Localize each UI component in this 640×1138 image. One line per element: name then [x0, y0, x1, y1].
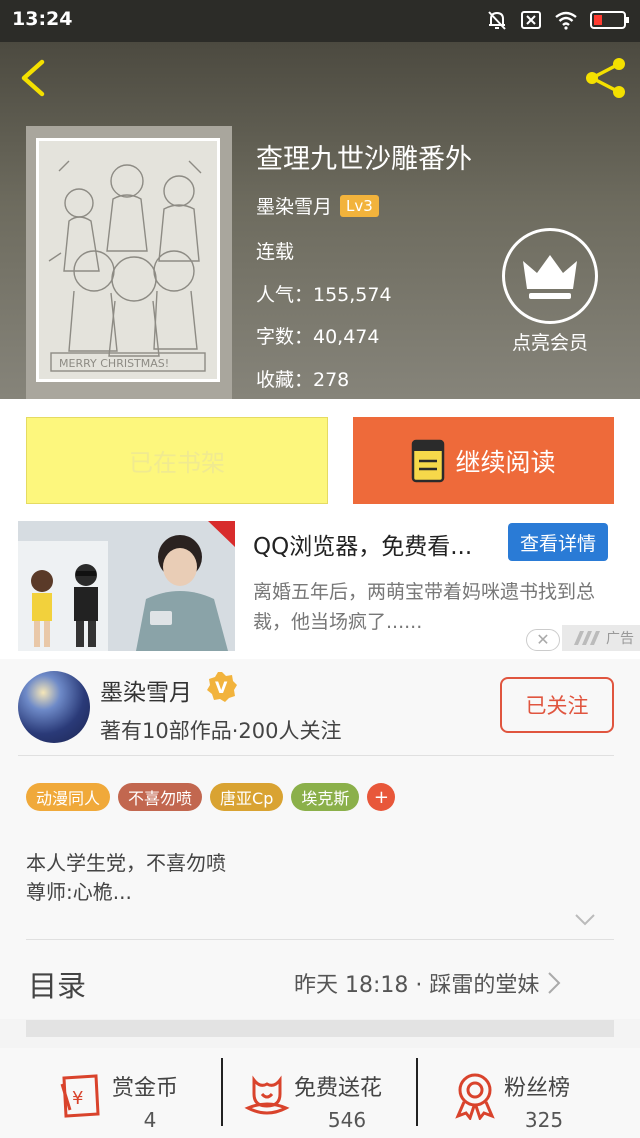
book-favorites: 收藏：278: [256, 369, 350, 391]
fan-ranking-count: 325: [524, 1108, 564, 1132]
author-section: 墨染雪月 V 著有10部作品·200人关注 已关注 动漫同人 不喜勿喷 唐亚Cp…: [0, 659, 640, 1019]
status-icons: [486, 9, 630, 31]
divider: [26, 939, 614, 940]
tag-item[interactable]: 不喜勿喷: [118, 783, 203, 811]
share-icon: [586, 58, 625, 98]
book-title: 查理九世沙雕番外: [256, 144, 472, 175]
ad-image[interactable]: [18, 521, 235, 651]
reward-coin-button[interactable]: ¥ 赏金币 4: [56, 1058, 216, 1132]
ad-banner[interactable]: QQ浏览器，免费看... 查看详情 离婚五年后，两萌宝带着妈咪遗书找到总裁，他当…: [0, 521, 640, 659]
svg-text:MERRY CHRISTMAS!: MERRY CHRISTMAS!: [59, 357, 169, 370]
book-cover[interactable]: MERRY CHRISTMAS!: [36, 138, 220, 382]
ad-tag-text: 广告: [606, 631, 634, 647]
divider: [18, 755, 614, 756]
ad-network-icon: [574, 631, 600, 645]
toc-label[interactable]: 目录: [28, 963, 86, 1005]
chevron-right-icon: [548, 972, 561, 994]
tag-item[interactable]: 动漫同人: [26, 783, 111, 811]
ad-details-button[interactable]: 查看详情: [508, 523, 608, 561]
bottom-action-bar: ¥ 赏金币 4 免费送花 546 粉丝榜 325: [0, 1048, 640, 1138]
author-bio: 本人学生党，不喜勿喷 尊师:心桅...: [26, 849, 226, 907]
toc-latest-chapter[interactable]: 昨天 18:18 · 踩雷的堂妹: [294, 967, 561, 999]
battery-icon: [590, 10, 630, 30]
bio-line: 本人学生党，不喜勿喷: [26, 851, 226, 875]
continue-reading-button[interactable]: 继续阅读: [353, 417, 614, 504]
ad-label: 广告: [562, 625, 640, 651]
book-icon: [412, 439, 445, 482]
follow-button[interactable]: 已关注: [500, 677, 614, 733]
svg-text:V: V: [215, 678, 228, 697]
divider: [416, 1058, 418, 1126]
share-button[interactable]: [582, 54, 630, 102]
reward-coin-count: 4: [143, 1108, 157, 1132]
author-avatar[interactable]: [18, 671, 90, 743]
close-icon: ✕: [536, 630, 550, 649]
author-stats: 著有10部作品·200人关注: [100, 719, 342, 743]
divider: [221, 1058, 223, 1126]
tag-item[interactable]: 埃克斯: [291, 783, 360, 811]
send-flower-label: 免费送花: [294, 1076, 383, 1101]
bio-line: 尊师:心桅...: [26, 880, 132, 904]
back-button[interactable]: [14, 56, 54, 100]
reward-coin-icon: ¥: [56, 1070, 106, 1120]
ad-title[interactable]: QQ浏览器，免费看...: [253, 527, 472, 561]
book-author-row[interactable]: 墨染雪月 Lv3: [256, 192, 379, 219]
status-bar: 13:24: [0, 0, 640, 42]
medal-icon: [450, 1070, 500, 1122]
action-bar: 已在书架 继续阅读: [0, 399, 640, 521]
flower-icon: [242, 1070, 292, 1120]
book-word-count: 字数：40,474: [256, 326, 380, 348]
expand-chevron-icon[interactable]: [574, 912, 596, 926]
vip-label: 点亮会员: [511, 332, 588, 354]
reward-coin-label: 赏金币: [112, 1076, 179, 1101]
cover-sketch-image: MERRY CHRISTMAS!: [39, 141, 217, 379]
ad-close-button[interactable]: ✕: [526, 629, 560, 651]
fan-ranking-button[interactable]: 粉丝榜 325: [450, 1058, 590, 1132]
continue-reading-label: 继续阅读: [455, 447, 556, 477]
send-flower-count: 546: [327, 1108, 367, 1132]
book-popularity: 人气：155,574: [256, 284, 392, 306]
section-separator: [26, 1020, 614, 1037]
book-header: MERRY CHRISTMAS! 查理九世沙雕番外 墨染雪月 Lv3 连载 人气…: [0, 42, 640, 399]
svg-text:¥: ¥: [72, 1088, 83, 1109]
tag-list: 动漫同人 不喜勿喷 唐亚Cp 埃克斯 +: [26, 783, 396, 811]
status-time: 13:24: [12, 8, 73, 30]
book-status: 连载: [256, 241, 295, 263]
ad-photo: [18, 521, 235, 651]
bell-muted-icon: [486, 9, 508, 31]
vip-button[interactable]: 点亮会员: [500, 228, 600, 355]
sim-off-icon: [520, 10, 542, 30]
add-tag-button[interactable]: +: [367, 783, 396, 811]
author-name[interactable]: 墨染雪月: [100, 673, 192, 707]
latest-chapter-text: 昨天 18:18 · 踩雷的堂妹: [294, 973, 540, 998]
back-arrow-icon: [21, 59, 45, 97]
book-author[interactable]: 墨染雪月: [256, 192, 332, 219]
send-flower-button[interactable]: 免费送花 546: [242, 1058, 412, 1132]
verified-badge-icon: V: [206, 671, 238, 703]
level-badge: Lv3: [340, 194, 379, 217]
bookshelf-button[interactable]: 已在书架: [26, 417, 328, 504]
wifi-icon: [554, 10, 578, 30]
crown-icon: [502, 228, 598, 324]
tag-item[interactable]: 唐亚Cp: [210, 783, 284, 811]
fan-ranking-label: 粉丝榜: [504, 1076, 571, 1101]
